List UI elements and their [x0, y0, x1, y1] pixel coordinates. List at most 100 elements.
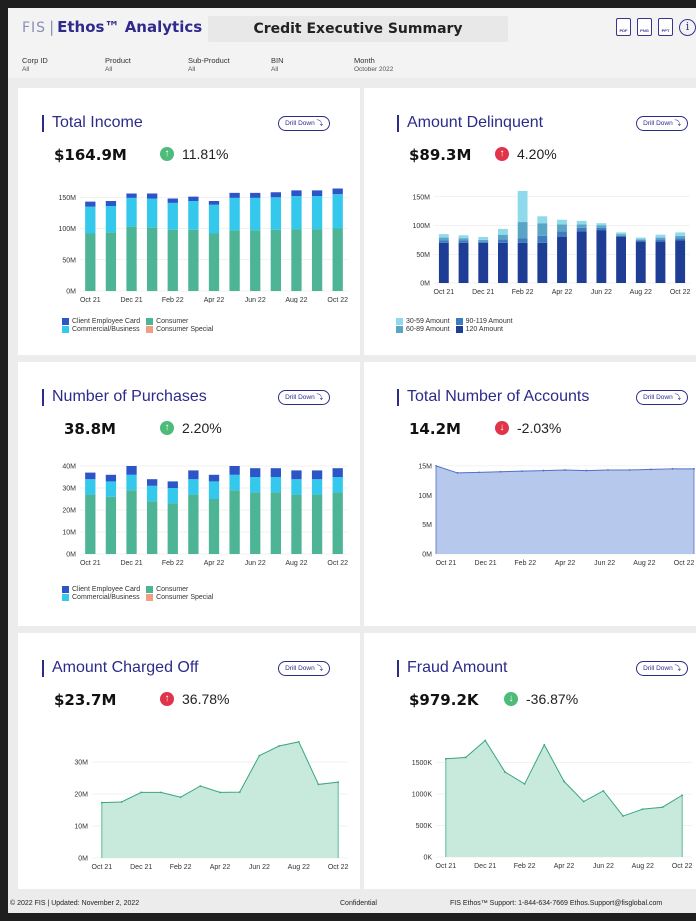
bar-segment — [208, 233, 220, 291]
area-fill — [101, 741, 339, 858]
bar-segment — [311, 196, 323, 230]
filter-bar: Corp ID All Product All Sub-Product All BIN… — [22, 56, 437, 73]
data-point — [628, 469, 631, 471]
bar-segment — [291, 229, 302, 291]
filter-value: All — [105, 66, 113, 73]
footer-confidential: Confidential — [340, 900, 377, 907]
info-icon[interactable]: i — [679, 18, 696, 36]
bar-segment — [85, 201, 96, 207]
bar-segment — [188, 229, 199, 291]
legend-item: 120 Amount — [455, 326, 513, 333]
bar-segment — [478, 242, 489, 283]
bar-segment — [616, 234, 626, 236]
x-tick-label: Oct 21 — [436, 863, 457, 870]
x-tick-label: Feb 22 — [514, 863, 536, 870]
bar-segment — [188, 479, 199, 495]
bar-segment — [270, 197, 281, 230]
y-tick-label: 20M — [62, 508, 76, 515]
ethos-logo-text: Ethos™ Analytics — [57, 18, 203, 36]
x-tick-label: Oct 22 — [670, 289, 691, 296]
data-point — [582, 800, 585, 803]
x-tick-label: Apr 22 — [204, 297, 225, 303]
x-tick-label: Oct 22 — [674, 560, 695, 567]
bar-segment — [596, 227, 607, 231]
footer-support: FIS Ethos™ Support: 1-844-634-7669 Ethos… — [450, 900, 663, 907]
card-total-income: Total Income Drill Down ⤵ $164.9M ↑ 11.81… — [18, 88, 360, 355]
bar-segment — [167, 503, 178, 554]
data-point — [585, 469, 588, 472]
x-tick-label: Oct 21 — [92, 864, 113, 871]
footer: © 2022 FIS | Updated: November 2, 2022 C… — [8, 893, 696, 913]
y-tick-label: 10M — [74, 824, 88, 831]
bar-segment — [188, 196, 199, 201]
bar-segment — [311, 479, 323, 495]
legend-item: 90-119 Amount — [455, 318, 513, 325]
pdf-icon[interactable]: PDF — [616, 18, 631, 36]
filter-sub-product[interactable]: Sub-Product All — [188, 56, 271, 73]
bar-segment — [655, 237, 666, 240]
filter-bin[interactable]: BIN All — [271, 56, 354, 73]
bar-segment — [126, 490, 137, 554]
x-tick-label: Oct 21 — [434, 289, 455, 296]
legend-swatch — [455, 318, 463, 325]
bar-segment — [517, 238, 528, 243]
bar-segment — [675, 238, 686, 241]
bar-segment — [188, 494, 199, 554]
y-tick-label: 5M — [422, 522, 432, 529]
legend-label: 60-89 Amount — [406, 326, 450, 333]
data-point — [238, 791, 241, 793]
x-tick-label: Feb 22 — [162, 297, 184, 303]
x-tick-label: Apr 22 — [204, 560, 225, 567]
bar-segment — [557, 237, 567, 283]
y-tick-label: 0K — [423, 855, 432, 862]
bar-segment — [147, 198, 158, 228]
bar-segment — [458, 242, 469, 283]
x-tick-label: Apr 22 — [552, 289, 573, 296]
x-tick-label: Jun 22 — [591, 289, 612, 296]
ppt-icon[interactable]: PPT — [658, 18, 673, 36]
data-point — [542, 469, 545, 472]
y-tick-label: 1500K — [412, 760, 433, 767]
legend-label: Consumer Special — [156, 594, 214, 601]
bar-segment — [126, 197, 137, 227]
x-tick-label: Apr 22 — [554, 863, 575, 870]
y-tick-label: 20M — [74, 792, 88, 799]
legend-swatch — [146, 326, 154, 333]
data-point — [622, 815, 624, 817]
filter-product[interactable]: Product All — [105, 56, 188, 73]
y-tick-label: 150M — [58, 195, 76, 202]
filter-month[interactable]: Month October 2022 — [354, 56, 437, 73]
bar-segment — [85, 233, 96, 291]
x-tick-label: Apr 22 — [555, 560, 576, 567]
bar-segment — [311, 190, 323, 196]
bar-segment — [250, 477, 261, 493]
pdf-icon-label: PDF — [619, 28, 628, 33]
x-tick-label: Dec 21 — [474, 863, 496, 870]
x-tick-label: Feb 22 — [170, 864, 192, 871]
legend-label: Consumer Special — [156, 326, 214, 333]
bar-segment — [438, 237, 449, 241]
legend-item: Client Employee Card — [62, 318, 140, 325]
chart-charged-off: 0M 10M 20M 30M Oct 21 Dec 21 Feb 22 Apr 22 Jun 2… — [74, 740, 349, 871]
y-tick-label: 0M — [66, 552, 76, 559]
png-icon[interactable]: PNG — [637, 18, 652, 36]
y-tick-label: 500K — [416, 823, 433, 830]
bar-segment — [229, 192, 240, 198]
filter-label: BIN — [271, 56, 284, 65]
legend-swatch — [146, 318, 154, 325]
data-point — [564, 469, 566, 471]
chart-total-income: 0M 50M 100M 150M Oct 21 Dec 21 Feb 22 Apr 22 Jun… — [58, 188, 348, 303]
filter-corp-id[interactable]: Corp ID All — [22, 56, 105, 73]
chart-number-purchases: 0M 10M 20M 30M 40M Oct 21 Dec 21 Feb 22 Apr 22 Ju… — [62, 464, 348, 568]
legend-income: Client Employee Card Consumer Commercial… — [62, 318, 213, 333]
card-charged-off: Amount Charged Off Drill Down ⤵ $23.7M ↑… — [18, 633, 360, 889]
x-tick-label: Oct 22 — [327, 297, 348, 303]
bar-segment — [635, 241, 646, 283]
x-tick-label: Feb 22 — [514, 560, 536, 567]
y-tick-label: 10M — [418, 493, 432, 500]
x-tick-label: Oct 21 — [80, 297, 101, 303]
legend-item: Consumer Special — [146, 326, 213, 333]
bar-segment — [655, 239, 666, 242]
legend-label: Commercial/Business — [72, 326, 140, 333]
data-point — [219, 791, 221, 794]
